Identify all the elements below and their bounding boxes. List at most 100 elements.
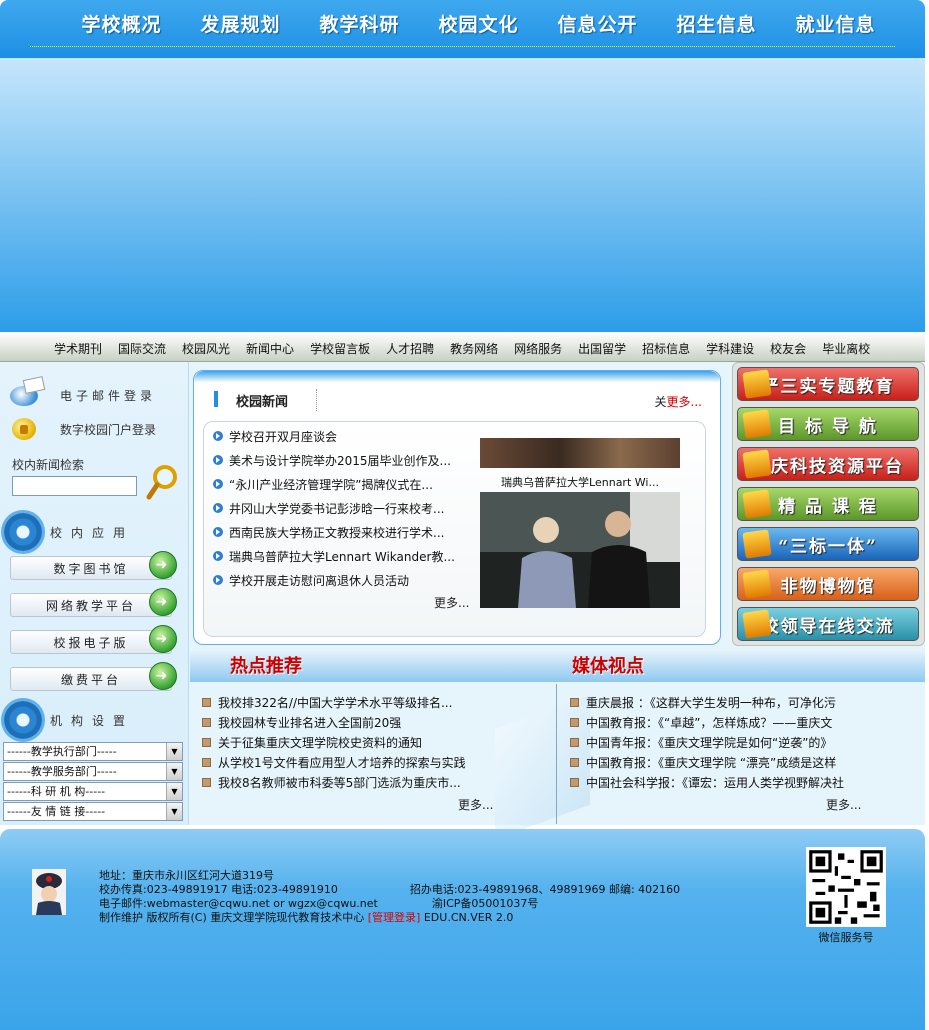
email-icon xyxy=(10,386,38,406)
app-button-label: 缴费平台 xyxy=(60,672,121,687)
hot-item-text: 我校园林专业排名进入全国前20强 xyxy=(218,715,402,730)
org-section-title: 机构设置 xyxy=(4,700,134,740)
bullet-icon xyxy=(570,777,579,787)
top-nav-item-employment[interactable]: 就业信息 xyxy=(776,10,895,37)
footer-address: 地址：重庆市永川区红河大道319号 xyxy=(99,869,274,882)
subnav-item[interactable]: 招标信息 xyxy=(642,340,690,357)
news-photo-main[interactable] xyxy=(480,492,680,608)
subnav-item[interactable]: 出国留学 xyxy=(578,340,626,357)
subnav-item[interactable]: 毕业离校 xyxy=(822,340,870,357)
media-item[interactable]: 中国教育报：《“卓越”，怎样炼成？——重庆文 xyxy=(570,712,844,732)
lock-icon xyxy=(12,418,36,440)
promo-item[interactable]: 精 品 课 程 xyxy=(737,487,919,521)
media-item[interactable]: 中国社会科学报：《谭宏：运用人类学视野解决社 xyxy=(570,772,844,792)
top-nav-item-culture[interactable]: 校园文化 xyxy=(419,10,538,37)
subnav-item[interactable]: 教务网络 xyxy=(450,340,498,357)
promo-item[interactable]: 非物博物馆 xyxy=(737,567,919,601)
news-item[interactable]: 学校开展走访慰问离退休人员活动 xyxy=(213,568,455,592)
subnav-item[interactable]: 校园风光 xyxy=(182,340,230,357)
news-more-link[interactable]: 关更多... xyxy=(655,393,702,410)
top-nav-item-research[interactable]: 教学科研 xyxy=(300,10,419,37)
news-list: 学校召开双月座谈会 美术与设计学院举办2015届毕业创作及... “永川产业经济… xyxy=(213,424,455,592)
promo-item[interactable]: 重庆科技资源平台 xyxy=(737,447,919,481)
media-item[interactable]: 中国青年报：《重庆文理学院是如何“逆袭”的》 xyxy=(570,732,844,752)
qr-code-label: 微信服务号 xyxy=(818,931,874,944)
hot-more-link[interactable]: 更多... xyxy=(458,796,493,813)
hot-item[interactable]: 从学校1号文件看应用型人才培养的探索与实践 xyxy=(202,752,466,772)
news-item[interactable]: 井冈山大学党委书记彭涉晗一行来校考... xyxy=(213,496,455,520)
subnav-item[interactable]: 国际交流 xyxy=(118,340,166,357)
app-button-library[interactable]: 数字图书馆 ➜ xyxy=(10,551,177,580)
subnav-item[interactable]: 学科建设 xyxy=(706,340,754,357)
news-item[interactable]: “永川产业经济管理学院”揭牌仪式在... xyxy=(213,472,455,496)
portal-login-link[interactable]: 数字校园门户登录 xyxy=(8,414,156,444)
photo-people-image xyxy=(480,492,680,608)
promo-item[interactable]: “三标一体” xyxy=(737,527,919,561)
hot-item[interactable]: 我校园林专业排名进入全国前20强 xyxy=(202,712,466,732)
subnav-item[interactable]: 新闻中心 xyxy=(246,340,294,357)
banner xyxy=(0,58,925,332)
bullet-arrow-icon xyxy=(213,551,223,561)
hot-list: 我校排322名//中国大学学术水平等级排名... 我校园林专业排名进入全国前20… xyxy=(202,692,466,792)
promo-icon xyxy=(742,569,772,599)
subnav-item[interactable]: 网络服务 xyxy=(514,340,562,357)
promo-item[interactable]: 校领导在线交流 xyxy=(737,607,919,641)
subnav-item[interactable]: 学校留言板 xyxy=(310,340,370,357)
featured-header-bar: 热点推荐 媒体视点 xyxy=(190,650,925,682)
arrow-icon: ➜ xyxy=(149,625,177,653)
dropdown-arrow-icon: ▼ xyxy=(166,783,182,800)
promo-item[interactable]: 目 标 导 航 xyxy=(737,407,919,441)
dropdown-arrow-icon: ▼ xyxy=(166,803,182,820)
app-button-teaching[interactable]: 网络教学平台 ➜ xyxy=(10,588,177,617)
media-item-text: 重庆晨报 ：《这群大学生发明一种布，可净化污 xyxy=(586,695,836,710)
dept-select-teaching[interactable]: ------教学执行部门----- ▼ xyxy=(3,742,183,761)
select-value: ------教学服务部门----- xyxy=(7,765,117,778)
top-nav-item-planning[interactable]: 发展规划 xyxy=(181,10,300,37)
top-nav-item-disclosure[interactable]: 信息公开 xyxy=(538,10,657,37)
news-photo-caption[interactable]: 瑞典乌普萨拉大学Lennart Wi... xyxy=(480,474,680,490)
footer-icp[interactable]: 渝ICP备05001037号 xyxy=(432,897,539,910)
promo-icon xyxy=(742,449,772,479)
news-item-text: 西南民族大学杨正文教授来校进行学术... xyxy=(229,525,445,540)
news-item-text: 学校开展走访慰问离退休人员活动 xyxy=(229,573,410,588)
email-login-link[interactable]: 电子邮件登录 xyxy=(8,380,156,410)
subnav-item[interactable]: 校友会 xyxy=(770,340,806,357)
police-badge-icon[interactable] xyxy=(32,869,66,915)
promo-item[interactable]: 严三实专题教育 xyxy=(737,367,919,401)
column-divider xyxy=(556,684,557,824)
app-button-newspaper[interactable]: 校报电子版 ➜ xyxy=(10,625,177,654)
promo-icon xyxy=(742,409,772,439)
search-input[interactable] xyxy=(12,476,137,496)
dept-select-research[interactable]: ------科 研 机 构----- ▼ xyxy=(3,782,183,801)
subnav-item[interactable]: 人才招聘 xyxy=(386,340,434,357)
news-photo-top[interactable] xyxy=(480,438,680,468)
hot-item[interactable]: 我校8名教师被市科委等5部门选派为重庆市... xyxy=(202,772,466,792)
dept-select-links[interactable]: ------友 情 链 接----- ▼ xyxy=(3,802,183,821)
admin-login-link[interactable]: [管理登录] xyxy=(368,911,421,924)
media-item[interactable]: 重庆晨报 ：《这群大学生发明一种布，可净化污 xyxy=(570,692,844,712)
top-nav-item-overview[interactable]: 学校概况 xyxy=(62,10,181,37)
news-item-text: 学校召开双月座谈会 xyxy=(229,429,338,444)
dept-select-service[interactable]: ------教学服务部门----- ▼ xyxy=(3,762,183,781)
media-more-link[interactable]: 更多... xyxy=(826,796,861,813)
media-title: 媒体视点 xyxy=(572,656,644,677)
news-item[interactable]: 瑞典乌普萨拉大学Lennart Wikander教... xyxy=(213,544,455,568)
top-nav-item-admissions[interactable]: 招生信息 xyxy=(657,10,776,37)
hot-item[interactable]: 我校排322名//中国大学学术水平等级排名... xyxy=(202,692,466,712)
bullet-icon xyxy=(570,757,579,767)
app-button-label: 数字图书馆 xyxy=(53,561,129,576)
main-content: 电子邮件登录 数字校园门户登录 校内新闻检索 校内应用 数字图书馆 ➜ 网络教学平… xyxy=(0,362,925,840)
news-item[interactable]: 美术与设计学院举办2015届毕业创作及... xyxy=(213,448,455,472)
bullet-arrow-icon xyxy=(213,527,223,537)
news-item[interactable]: 西南民族大学杨正文教授来校进行学术... xyxy=(213,520,455,544)
news-title: 校园新闻 xyxy=(236,395,289,410)
hot-item[interactable]: 关于征集重庆文理学院校史资料的通知 xyxy=(202,732,466,752)
news-item-text: 美术与设计学院举办2015届毕业创作及... xyxy=(229,453,451,468)
app-button-payment[interactable]: 缴费平台 ➜ xyxy=(10,662,177,691)
search-icon[interactable] xyxy=(146,464,178,500)
media-item[interactable]: 中国教育报：《重庆文理学院 “漂亮”成绩是这样 xyxy=(570,752,844,772)
dropdown-arrow-icon: ▼ xyxy=(166,743,182,760)
subnav-item[interactable]: 学术期刊 xyxy=(54,340,102,357)
news-bottom-more-link[interactable]: 更多... xyxy=(434,594,469,611)
news-item[interactable]: 学校召开双月座谈会 xyxy=(213,424,455,448)
